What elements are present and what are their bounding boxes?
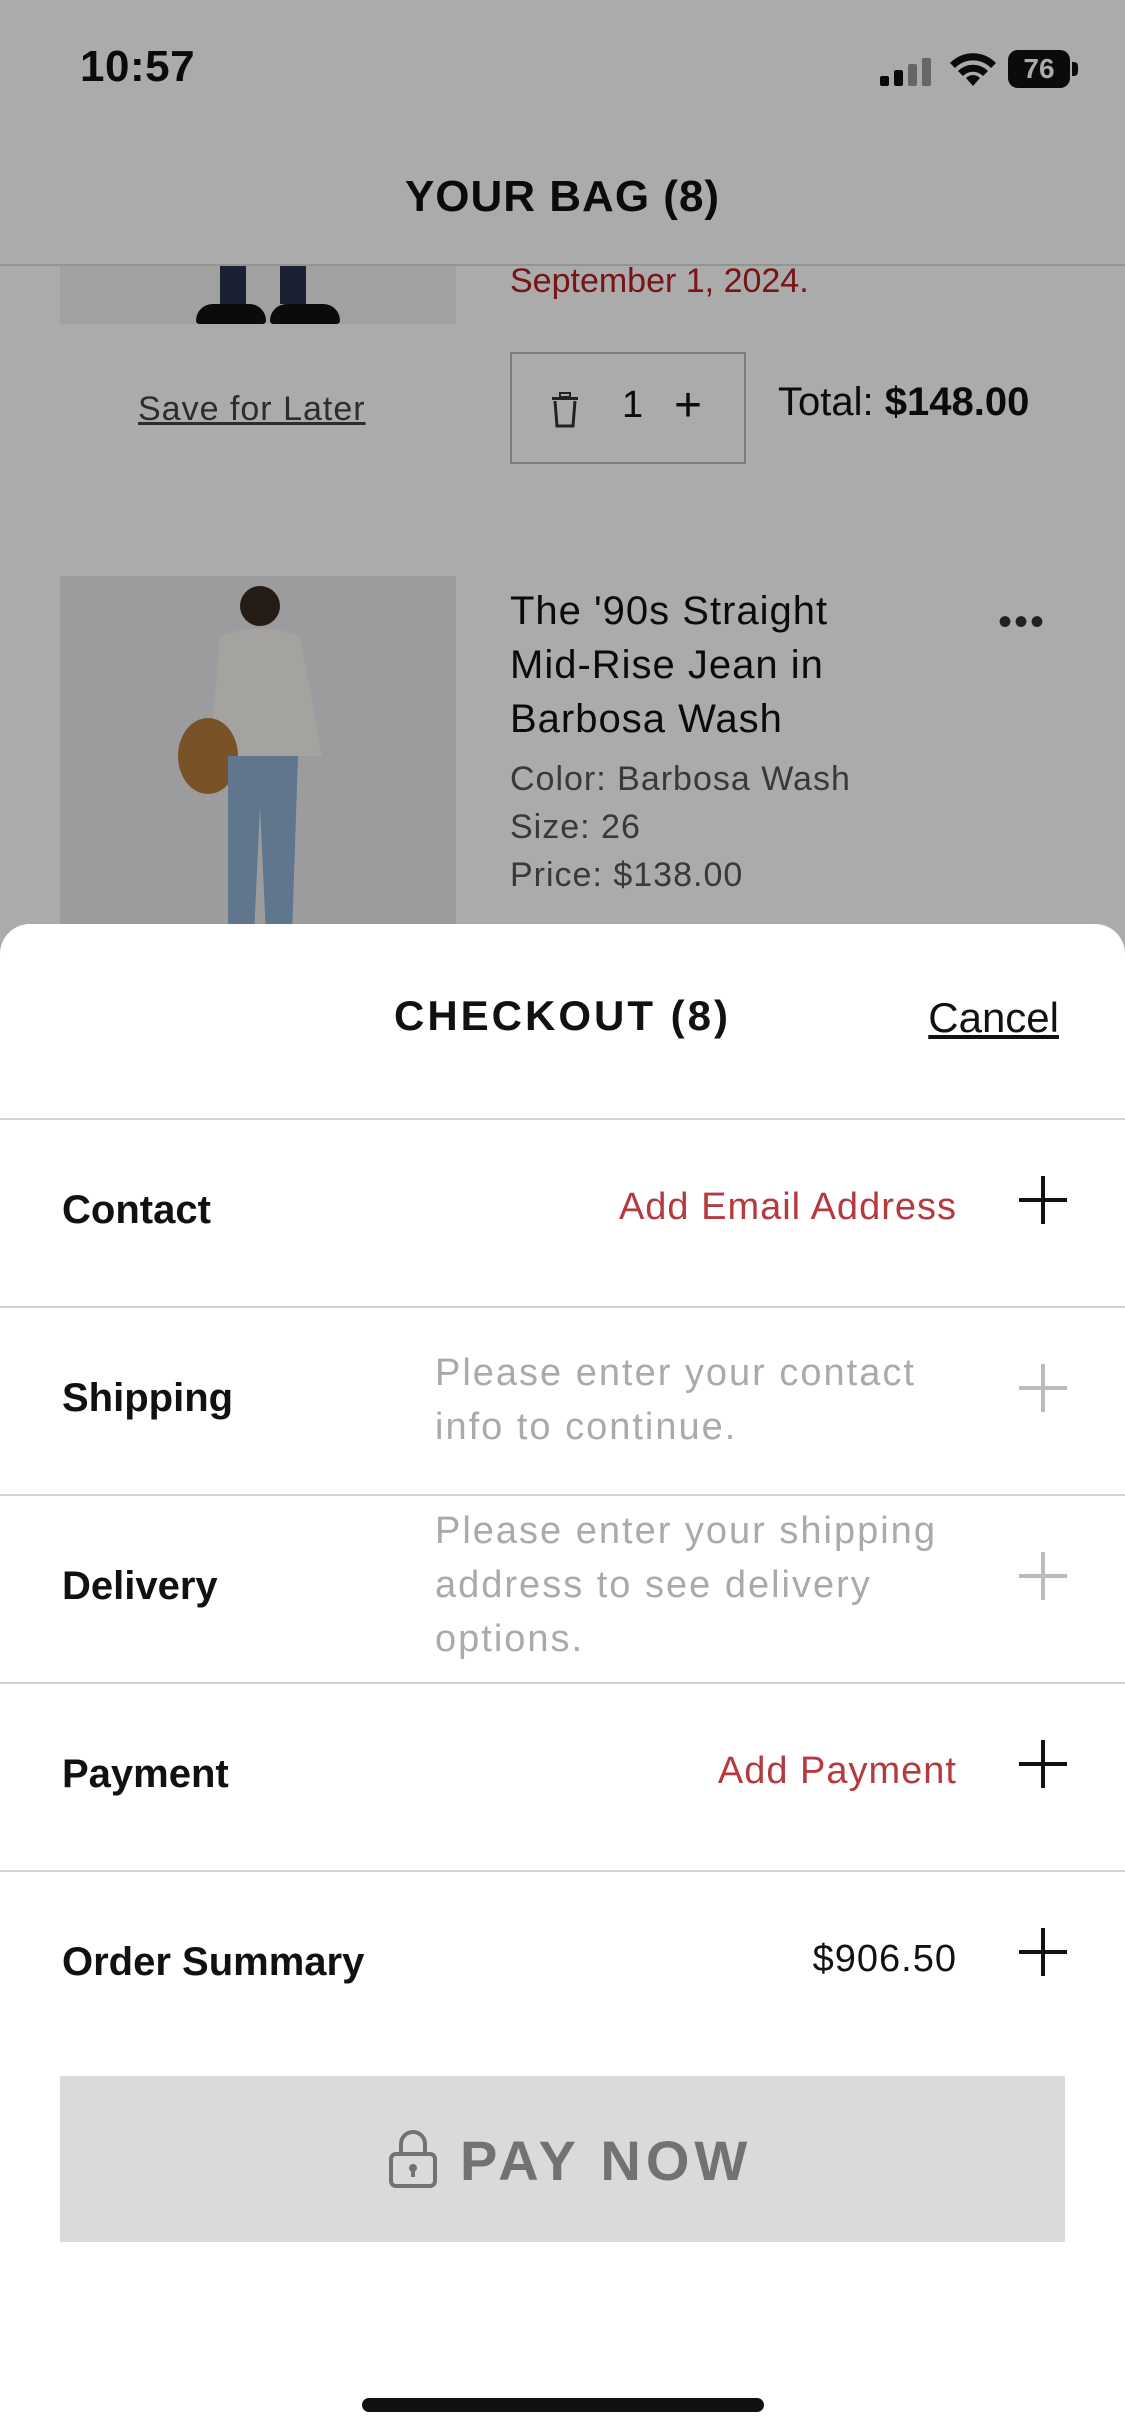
order-summary-label: Order Summary [62,1940,365,1984]
checkout-sheet: CHECKOUT (8) Cancel Contact Add Email Ad… [0,924,1125,2436]
plus-icon[interactable] [1019,1928,1067,1976]
plus-icon[interactable] [1019,1740,1067,1788]
payment-row[interactable]: Payment Add Payment [0,1684,1125,1872]
checkout-header: CHECKOUT (8) Cancel [0,924,1125,1120]
home-indicator[interactable] [362,2398,764,2412]
pay-now-button[interactable]: PAY NOW [60,2076,1065,2242]
delivery-label: Delivery [62,1564,218,1608]
cancel-button[interactable]: Cancel [928,994,1059,1042]
contact-label: Contact [62,1188,211,1232]
contact-row[interactable]: Contact Add Email Address [0,1120,1125,1308]
pay-now-label: PAY NOW [460,2129,753,2192]
add-payment-link[interactable]: Add Payment [718,1750,957,1793]
shipping-row: Shipping Please enter your contact info … [0,1308,1125,1496]
shipping-note: Please enter your contact info to contin… [435,1352,916,1448]
delivery-note: Please enter your shipping address to se… [435,1510,937,1660]
order-summary-row[interactable]: Order Summary $906.50 [0,1872,1125,2058]
delivery-row: Delivery Please enter your shipping addr… [0,1496,1125,1684]
order-summary-total: $906.50 [812,1938,957,1980]
shipping-label: Shipping [62,1376,234,1420]
plus-icon[interactable] [1019,1176,1067,1224]
payment-label: Payment [62,1752,229,1796]
add-email-link[interactable]: Add Email Address [619,1186,957,1229]
lock-icon [389,2130,437,2188]
plus-icon [1019,1364,1067,1412]
plus-icon [1019,1552,1067,1600]
